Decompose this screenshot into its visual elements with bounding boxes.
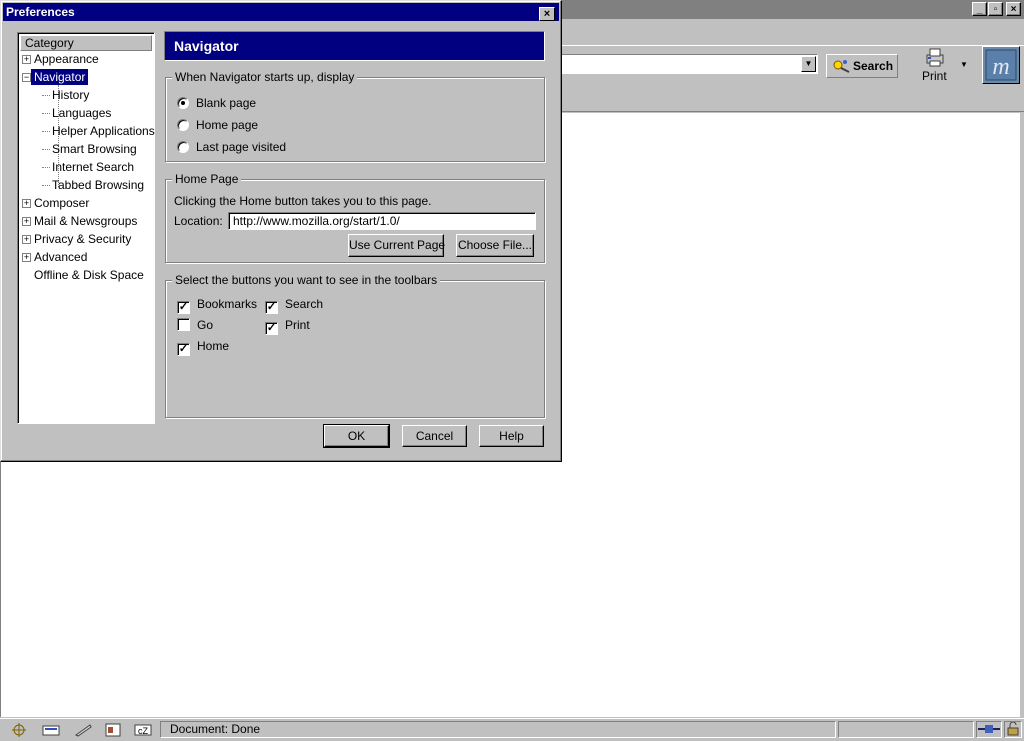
tree-branch-line — [42, 131, 50, 132]
print-button[interactable]: Print — [918, 48, 954, 84]
svg-text:m: m — [992, 54, 1009, 80]
tree-item-smart-browsing[interactable]: Smart Browsing — [52, 141, 137, 157]
checkbox-home-control[interactable]: ✓ — [177, 343, 190, 356]
tree-item-internet-search[interactable]: Internet Search — [52, 159, 134, 175]
tree-item-languages[interactable]: Languages — [52, 105, 111, 121]
toolbar-buttons-legend: Select the buttons you want to see in th… — [172, 273, 441, 287]
tree-branch-line — [42, 113, 50, 114]
tree-item-helper-applications[interactable]: Helper Applications — [52, 123, 155, 139]
tree-item-tabbed-browsing[interactable]: Tabbed Browsing — [52, 177, 144, 193]
choose-file-button[interactable]: Choose File... — [456, 234, 534, 257]
online-status-icon[interactable] — [976, 721, 1002, 738]
home-page-group: Home Page Clicking the Home button takes… — [165, 172, 545, 263]
security-lock-icon — [1004, 721, 1022, 738]
expand-icon[interactable]: + — [22, 253, 31, 262]
radio-blank-page-label: Blank page — [196, 96, 257, 110]
tree-item-navigator[interactable]: Navigator — [31, 69, 89, 85]
component-bar: cZ — [4, 722, 156, 738]
svg-text:cZ: cZ — [138, 726, 149, 736]
navigator-icon[interactable] — [10, 722, 28, 738]
status-text: Document: Done — [160, 721, 836, 738]
radio-blank-page[interactable]: Blank page — [177, 96, 256, 110]
tree-item-mail-newsgroups[interactable]: Mail & Newsgroups — [34, 213, 137, 229]
ok-button[interactable]: OK — [323, 424, 390, 448]
tree-branch-line — [42, 185, 50, 186]
address-book-icon[interactable] — [104, 722, 122, 738]
collapse-icon[interactable]: − — [22, 73, 31, 82]
minimize-icon[interactable]: _ — [972, 2, 987, 16]
preferences-dialog: Preferences × Category + Appearance − Navig… — [0, 0, 562, 462]
checkbox-go[interactable]: Go — [177, 318, 213, 332]
checkbox-home-label: Home — [197, 339, 230, 353]
checkbox-print-control[interactable]: ✓ — [265, 322, 278, 335]
help-button[interactable]: Help — [479, 425, 544, 447]
url-dropdown-icon[interactable]: ▼ — [801, 56, 816, 72]
printer-icon — [924, 48, 946, 71]
checkbox-home[interactable]: ✓ Home — [177, 339, 229, 356]
expand-icon[interactable]: + — [22, 217, 31, 226]
startup-group: When Navigator starts up, display Blank … — [165, 70, 545, 162]
tree-branch-line — [42, 167, 50, 168]
toolbar-buttons-group: Select the buttons you want to see in th… — [165, 273, 545, 418]
home-page-legend: Home Page — [172, 172, 242, 186]
search-icon — [831, 58, 851, 81]
cancel-button[interactable]: Cancel — [402, 425, 467, 447]
tree-item-appearance[interactable]: Appearance — [34, 51, 99, 67]
radio-last-page-control[interactable] — [177, 141, 189, 153]
radio-last-page[interactable]: Last page visited — [177, 140, 286, 154]
location-input[interactable]: http://www.mozilla.org/start/1.0/ — [228, 212, 536, 230]
checkbox-bookmarks-label: Bookmarks — [197, 297, 258, 311]
content-edge — [1020, 113, 1024, 717]
location-label: Location: — [174, 214, 223, 228]
use-current-page-button[interactable]: Use Current Page — [348, 234, 445, 257]
dialog-close-icon[interactable]: × — [539, 7, 555, 21]
checkbox-print-label: Print — [285, 318, 310, 332]
expand-icon[interactable]: + — [22, 235, 31, 244]
radio-blank-page-control[interactable] — [177, 97, 189, 109]
startup-legend: When Navigator starts up, display — [172, 70, 358, 84]
checkbox-bookmarks-control[interactable]: ✓ — [177, 301, 190, 314]
checkbox-search-label: Search — [285, 297, 324, 311]
checkbox-bookmarks[interactable]: ✓ Bookmarks — [177, 297, 257, 314]
tree-item-advanced[interactable]: Advanced — [34, 249, 87, 265]
close-icon[interactable]: × — [1006, 2, 1021, 16]
expand-icon[interactable]: + — [22, 55, 31, 64]
mail-icon[interactable] — [42, 722, 60, 738]
url-field[interactable]: ▼ — [560, 54, 818, 74]
expand-icon[interactable]: + — [22, 199, 31, 208]
chatzilla-icon[interactable]: cZ — [134, 722, 152, 738]
category-header[interactable]: Category — [20, 35, 152, 51]
search-button-label: Search — [853, 59, 894, 73]
tree-item-composer[interactable]: Composer — [34, 195, 89, 211]
dialog-title: Preferences — [6, 5, 75, 19]
search-button[interactable]: Search — [826, 54, 898, 78]
composer-icon[interactable] — [74, 722, 92, 738]
tree-item-privacy-security[interactable]: Privacy & Security — [34, 231, 131, 247]
tree-item-history[interactable]: History — [52, 87, 89, 103]
checkbox-go-control[interactable] — [177, 318, 190, 331]
category-tree[interactable]: Category + Appearance − Navigator History Lan… — [17, 32, 155, 424]
print-button-label: Print — [922, 69, 947, 83]
tree-branch-line — [42, 149, 50, 150]
checkbox-search[interactable]: ✓ Search — [265, 297, 323, 314]
radio-home-page-control[interactable] — [177, 119, 189, 131]
checkbox-go-label: Go — [197, 318, 214, 332]
radio-home-page[interactable]: Home page — [177, 118, 258, 132]
checkbox-print[interactable]: ✓ Print — [265, 318, 310, 335]
print-dropdown-icon[interactable]: ▼ — [960, 60, 968, 69]
status-bar: cZ Document: Done — [0, 718, 1024, 741]
radio-last-page-label: Last page visited — [196, 140, 287, 154]
status-progress — [838, 721, 974, 738]
throbber-logo[interactable]: m — [982, 46, 1020, 84]
tree-branch-line — [42, 95, 50, 96]
dialog-titlebar: Preferences × — [3, 3, 559, 21]
restore-icon[interactable]: ▫ — [988, 2, 1003, 16]
tree-item-offline-disk-space[interactable]: Offline & Disk Space — [34, 267, 144, 283]
panel-title: Navigator — [164, 31, 545, 61]
home-page-description: Clicking the Home button takes you to th… — [174, 194, 432, 208]
radio-home-page-label: Home page — [196, 118, 259, 132]
checkbox-search-control[interactable]: ✓ — [265, 301, 278, 314]
